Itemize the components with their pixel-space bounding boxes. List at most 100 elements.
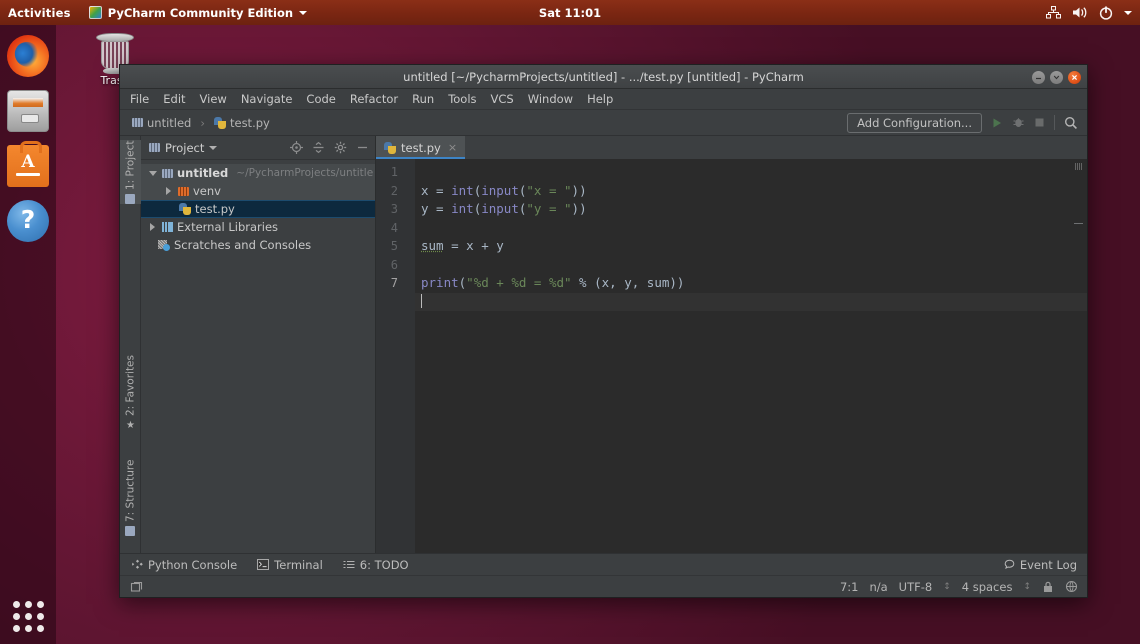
app-menu-button[interactable]: PyCharm Community Edition (81, 6, 307, 20)
lock-icon[interactable] (1042, 581, 1054, 593)
event-log-button[interactable]: Event Log (1004, 558, 1087, 572)
restore-layout-icon[interactable] (130, 581, 143, 593)
collapse-all-icon[interactable] (312, 141, 325, 154)
builtin-int: int (451, 183, 474, 198)
close-button[interactable] (1068, 71, 1081, 84)
tool-label-todo: 6: TODO (360, 558, 409, 572)
bottom-tool-strip: Python Console Terminal 6: TODO Event Lo… (120, 553, 1087, 575)
menu-item-code[interactable]: Code (306, 92, 335, 106)
editor-tab-test-py[interactable]: test.py × (376, 136, 465, 159)
caret-down-icon (299, 11, 307, 15)
breadcrumb-item-file[interactable]: test.py (230, 116, 270, 130)
tool-button-terminal[interactable]: Terminal (257, 558, 323, 572)
files-icon[interactable] (7, 90, 49, 132)
menu-item-refactor[interactable]: Refactor (350, 92, 398, 106)
status-bar: 7:1 n/a UTF-8 ↕ 4 spaces ↕ (120, 575, 1087, 597)
left-tool-strip: 1: Project ★ 2: Favorites 7: Structure (120, 136, 141, 553)
debug-icon[interactable] (1012, 116, 1025, 129)
file-encoding[interactable]: UTF-8 (899, 580, 933, 594)
tool-window-button-favorites[interactable]: ★ 2: Favorites (120, 353, 141, 433)
ubuntu-software-icon[interactable] (7, 145, 49, 187)
menu-item-help[interactable]: Help (587, 92, 613, 106)
window-title: untitled [~/PycharmProjects/untitled] - … (403, 70, 804, 84)
tree-label-venv: venv (193, 184, 221, 198)
chevron-down-icon[interactable] (209, 146, 217, 150)
library-icon (162, 222, 173, 232)
maximize-button[interactable] (1050, 71, 1063, 84)
network-icon[interactable] (1046, 6, 1061, 19)
editor-tabs: test.py × (376, 136, 1087, 159)
tool-button-python-console[interactable]: Python Console (132, 558, 237, 572)
code-line-3 (421, 219, 1087, 238)
caret-down-icon[interactable] (1124, 11, 1132, 15)
run-icon[interactable] (991, 117, 1003, 129)
search-icon[interactable] (1064, 116, 1078, 130)
vcs-icon[interactable] (1065, 580, 1078, 593)
tool-button-todo[interactable]: 6: TODO (343, 558, 409, 572)
project-tool-window: Project (141, 136, 376, 553)
activities-button[interactable]: Activities (0, 6, 81, 20)
gnome-top-bar: Activities PyCharm Community Edition Sat… (0, 0, 1140, 25)
caret-position[interactable]: 7:1 (840, 580, 859, 594)
menu-item-tools[interactable]: Tools (448, 92, 476, 106)
power-icon[interactable] (1099, 6, 1113, 20)
inspection-indicator-icon[interactable] (1075, 163, 1082, 170)
tree-row-external-libraries[interactable]: External Libraries (141, 218, 375, 236)
locate-icon[interactable] (290, 141, 303, 154)
expand-arrow-icon[interactable] (163, 187, 174, 195)
fold-column[interactable] (404, 159, 415, 553)
show-applications-button[interactable] (8, 596, 48, 636)
code-line-4: sum = x + y (421, 237, 1087, 256)
menu-item-vcs[interactable]: VCS (491, 92, 514, 106)
breadcrumb-item-project[interactable]: untitled (147, 116, 191, 130)
tree-label-external-libraries: External Libraries (177, 220, 278, 234)
tool-label-python-console: Python Console (148, 558, 237, 572)
menu-item-file[interactable]: File (130, 92, 149, 106)
volume-icon[interactable] (1072, 6, 1088, 19)
text-caret (421, 294, 422, 308)
code-text[interactable]: x = int(input("x = "))y = int(input("y =… (415, 159, 1087, 553)
menu-item-window[interactable]: Window (528, 92, 573, 106)
tree-row-test-py[interactable]: test.py (141, 200, 375, 218)
close-icon[interactable]: × (448, 141, 457, 154)
structure-icon (126, 526, 136, 536)
pycharm-window: untitled [~/PycharmProjects/untitled] - … (119, 64, 1088, 598)
breadcrumb-separator: › (200, 116, 205, 130)
indent-setting[interactable]: 4 spaces (962, 580, 1013, 594)
code-editor[interactable]: 1 2 3 4 5 6 7 x = int(input("x = "))y = … (376, 159, 1087, 553)
unity-launcher (0, 25, 56, 644)
navigation-bar: untitled › test.py Add Configuration... (120, 110, 1087, 136)
hide-icon[interactable] (356, 141, 369, 154)
minimize-button[interactable] (1032, 71, 1045, 84)
project-icon (126, 194, 136, 204)
tool-window-button-project[interactable]: 1: Project (120, 140, 141, 204)
menu-item-navigate[interactable]: Navigate (241, 92, 293, 106)
menu-item-edit[interactable]: Edit (163, 92, 185, 106)
menu-item-run[interactable]: Run (412, 92, 434, 106)
scratches-icon (158, 240, 170, 251)
settings-gear-icon[interactable] (334, 141, 347, 154)
module-icon (132, 118, 143, 127)
event-log-label: Event Log (1020, 558, 1077, 572)
expand-arrow-icon[interactable] (147, 171, 158, 176)
balloon-icon (1004, 559, 1015, 570)
expand-arrow-icon[interactable] (147, 223, 158, 231)
line-separator[interactable]: n/a (869, 580, 887, 594)
tool-window-button-structure[interactable]: 7: Structure (120, 457, 141, 539)
project-tree[interactable]: untitled ~/PycharmProjects/untitle venv … (141, 160, 375, 553)
breadcrumb: untitled › test.py (132, 116, 270, 130)
help-icon[interactable] (7, 200, 49, 242)
stop-icon[interactable] (1034, 117, 1045, 128)
menu-item-view[interactable]: View (200, 92, 227, 106)
tree-row-scratches[interactable]: Scratches and Consoles (141, 236, 375, 254)
code-line-5 (421, 256, 1087, 275)
menu-bar: File Edit View Navigate Code Refactor Ru… (120, 89, 1087, 110)
tree-row-venv[interactable]: venv (141, 182, 375, 200)
firefox-icon[interactable] (7, 35, 49, 77)
add-configuration-button[interactable]: Add Configuration... (847, 113, 982, 133)
todo-icon (343, 560, 355, 570)
python-console-icon (132, 559, 143, 570)
line-number: 1 (376, 163, 398, 182)
tree-row-untitled[interactable]: untitled ~/PycharmProjects/untitle (141, 164, 375, 182)
builtin-print: print (421, 275, 459, 290)
